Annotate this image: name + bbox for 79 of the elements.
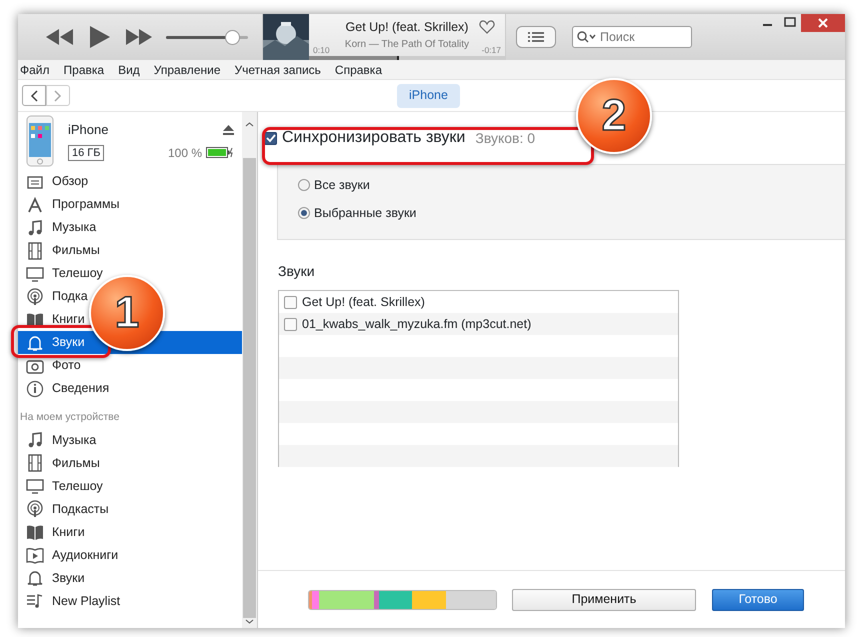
- remaining-time: -0:17: [482, 44, 501, 57]
- search-input[interactable]: Поиск: [600, 28, 684, 46]
- back-icon: [30, 90, 38, 102]
- film-icon: [26, 454, 44, 472]
- sidebar-item[interactable]: Подкасты: [18, 498, 113, 521]
- device-tab[interactable]: iPhone: [397, 84, 460, 108]
- radio-option[interactable]: Выбранные звуки: [298, 204, 845, 222]
- podcast-icon: [26, 500, 44, 518]
- playlist-icon: [26, 592, 44, 610]
- song-title: Get Up! (feat. Skrillex): [346, 19, 468, 36]
- bell-icon: [26, 334, 44, 352]
- back-button[interactable]: [22, 85, 46, 106]
- close-button[interactable]: [801, 14, 845, 32]
- list-icon: [528, 32, 544, 42]
- tone-row[interactable]: 01_kwabs_walk_myzuka.fm (mp3cut.net): [279, 313, 678, 335]
- podcast-icon: [26, 288, 44, 306]
- checkbox[interactable]: [284, 296, 297, 308]
- sidebar-item[interactable]: Книги: [18, 520, 89, 544]
- eject-icon[interactable]: [223, 125, 234, 135]
- sidebar-item[interactable]: Фильмы: [18, 452, 104, 475]
- menu-item[interactable]: Учетная запись: [234, 60, 321, 78]
- menu-item[interactable]: Правка: [64, 60, 104, 78]
- sidebar-item[interactable]: Обзор: [18, 170, 92, 193]
- menu-item[interactable]: Вид: [118, 60, 140, 78]
- phone-icon: [26, 115, 54, 167]
- sidebar-item[interactable]: New Playlist: [18, 590, 124, 613]
- sidebar-item[interactable]: Музыка: [18, 428, 100, 452]
- menu-item[interactable]: Управление: [154, 60, 220, 78]
- capacity-label: 16 ГБ: [68, 144, 104, 161]
- play-button[interactable]: [90, 26, 110, 48]
- fast-forward-button[interactable]: [126, 29, 152, 45]
- bell-icon: [26, 569, 44, 588]
- monitor-icon: [26, 264, 44, 282]
- film-icon: [26, 242, 44, 260]
- elapsed-time: 0:10: [313, 44, 330, 57]
- checkbox[interactable]: [284, 318, 297, 330]
- list-button[interactable]: [516, 26, 556, 48]
- section-heading: Звуки: [278, 262, 315, 281]
- section-title: На моем устройстве: [20, 410, 120, 425]
- sidebar-item[interactable]: Книги: [18, 308, 89, 331]
- menu-item[interactable]: Справка: [334, 60, 382, 78]
- forward-icon: [54, 90, 62, 102]
- radio-option[interactable]: Все звуки: [298, 176, 845, 195]
- menu-item[interactable]: Файл: [20, 60, 50, 78]
- device-name: iPhone: [68, 121, 108, 140]
- volume-slider[interactable]: [166, 29, 248, 45]
- sync-label: Синхронизировать звуки: [282, 128, 466, 148]
- radio-button[interactable]: [298, 179, 310, 192]
- radio-button[interactable]: [298, 207, 310, 220]
- sidebar-item[interactable]: Аудиокниги: [18, 544, 122, 567]
- battery-icon: [206, 147, 234, 158]
- apps-icon: [26, 196, 44, 214]
- rewind-button[interactable]: [46, 29, 74, 45]
- scrollbar[interactable]: [242, 112, 257, 628]
- sidebar-item[interactable]: Фото: [18, 354, 85, 377]
- audiobook-icon: [26, 546, 44, 564]
- artist-album: Korn — The Path Of Totality: [344, 38, 470, 52]
- sidebar-item[interactable]: Фильмы: [18, 239, 104, 262]
- monitor-icon: [26, 477, 44, 496]
- info-icon: [26, 380, 44, 398]
- battery-percent: 100 %: [168, 144, 202, 162]
- sync-checkbox[interactable]: [264, 132, 277, 144]
- sidebar-item[interactable]: Музыка: [18, 216, 100, 239]
- tone-count: Звуков: 0: [475, 128, 536, 148]
- book-icon: [26, 523, 44, 542]
- apply-button[interactable]: Применить: [512, 588, 696, 610]
- tone-row[interactable]: Get Up! (feat. Skrillex): [279, 291, 678, 313]
- music-note-icon: [26, 218, 44, 236]
- music-note-icon: [26, 431, 44, 450]
- search-icon: [577, 31, 597, 43]
- sidebar-item[interactable]: Подка: [18, 285, 92, 308]
- sidebar-item[interactable]: Телешоу: [18, 474, 107, 498]
- done-button[interactable]: Готово: [712, 588, 804, 610]
- sidebar-item[interactable]: Сведения: [18, 377, 114, 400]
- search-field[interactable]: Поиск: [572, 26, 692, 48]
- sidebar-item[interactable]: Звуки: [18, 566, 89, 590]
- volume-thumb[interactable]: [225, 30, 240, 44]
- heart-icon[interactable]: [479, 20, 495, 34]
- sidebar-item[interactable]: Программы: [18, 193, 124, 216]
